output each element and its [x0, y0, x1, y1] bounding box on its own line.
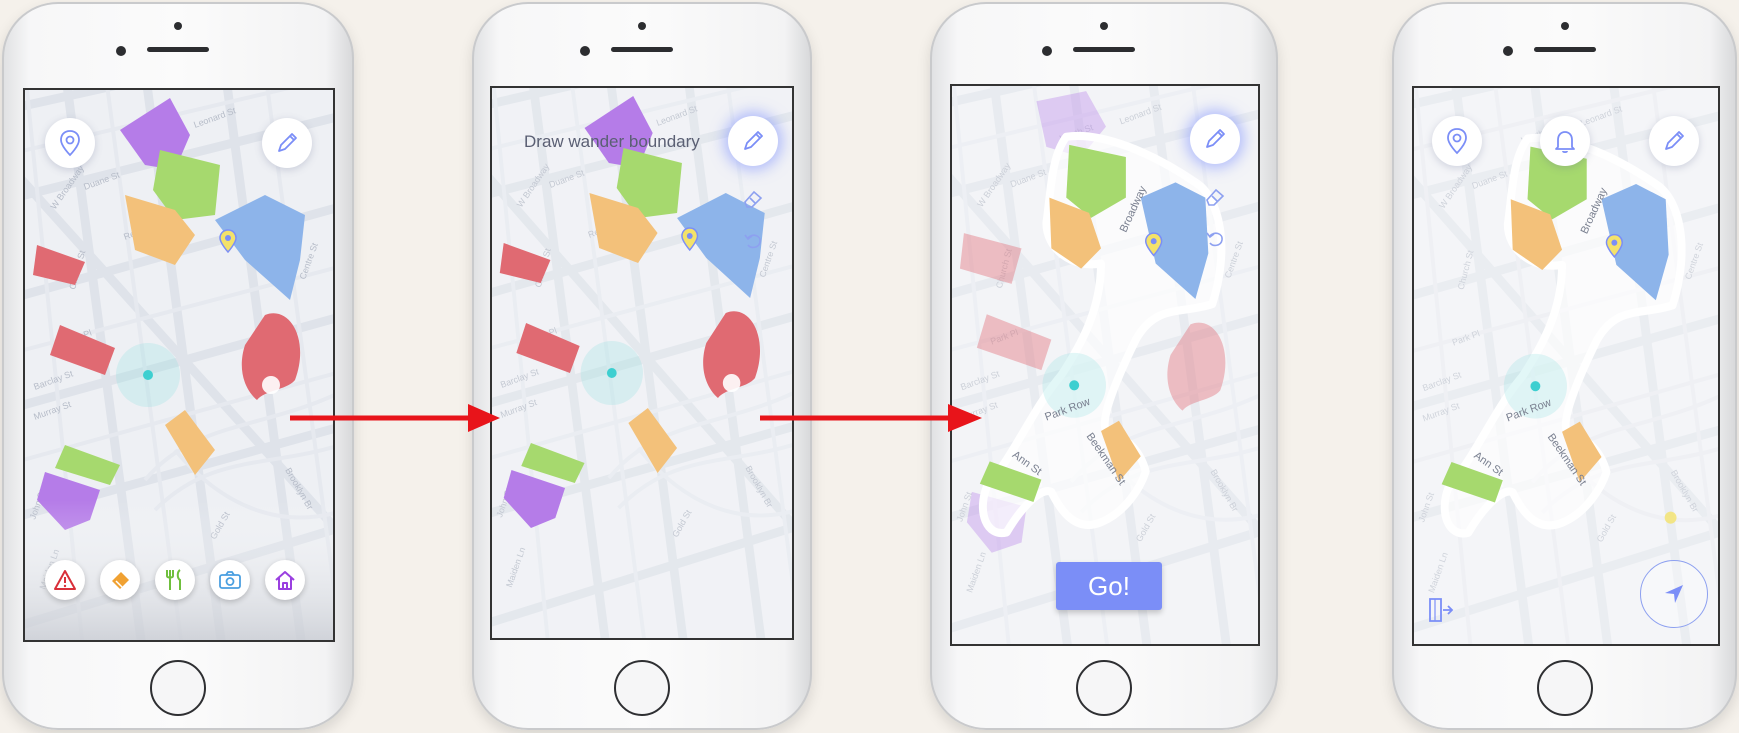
location-pin-icon: [60, 130, 80, 157]
edit-boundary-button-active[interactable]: [1190, 114, 1240, 164]
draw-boundary-hint: Draw wander boundary: [524, 132, 700, 151]
navigation-arrow-icon: [1665, 585, 1683, 603]
phone-frame-3: Park Row Ann St Beekman St Broadway Go!: [930, 2, 1278, 730]
location-button[interactable]: [45, 118, 95, 168]
undo-icon[interactable]: [1204, 228, 1226, 250]
location-button[interactable]: [1432, 116, 1482, 166]
ticket-icon: [112, 572, 129, 589]
front-sensor: [174, 22, 182, 30]
home-button[interactable]: [150, 660, 206, 716]
alert-button[interactable]: [1540, 116, 1590, 166]
pencil-icon: [1206, 129, 1225, 148]
map-canvas[interactable]: [492, 88, 792, 638]
fork-knife-icon: [166, 569, 181, 590]
home-icon: [275, 571, 295, 590]
edit-boundary-button[interactable]: [1649, 116, 1699, 166]
camera-icon: [219, 571, 241, 589]
edit-boundary-button[interactable]: [262, 118, 312, 168]
earpiece-speaker: [1073, 47, 1135, 52]
phone-frame-1: [2, 2, 354, 730]
pencil-icon: [744, 131, 763, 150]
toolbar-home-button[interactable]: [265, 560, 305, 600]
flow-arrow-2-to-3: [760, 404, 982, 432]
front-camera: [116, 46, 126, 56]
toolbar-ticket-button[interactable]: [100, 560, 140, 600]
front-sensor: [1560, 22, 1569, 30]
warning-icon: [54, 570, 76, 590]
pencil-icon: [278, 133, 297, 152]
earpiece-speaker: [611, 47, 673, 52]
map-screen-4[interactable]: Park Row Ann St Beekman St Broadway: [1412, 86, 1720, 646]
bell-icon: [1555, 131, 1575, 154]
home-button[interactable]: [1076, 660, 1132, 716]
edit-boundary-button-active[interactable]: [728, 116, 778, 166]
map-screen-3[interactable]: Park Row Ann St Beekman St Broadway Go!: [950, 84, 1260, 646]
front-camera: [1042, 46, 1052, 56]
eraser-icon[interactable]: [742, 188, 764, 210]
map-screen-1[interactable]: [23, 88, 335, 642]
phone-frame-4: Park Row Ann St Beekman St Broadway: [1392, 2, 1737, 730]
location-pin-icon: [1447, 128, 1467, 155]
map-canvas[interactable]: Park Row Ann St Beekman St Broadway: [952, 86, 1258, 644]
phone-frame-2: Draw wander boundary: [472, 2, 812, 730]
front-sensor: [638, 22, 646, 30]
front-sensor: [1100, 22, 1108, 30]
exit-icon[interactable]: [1426, 596, 1454, 624]
front-camera: [1502, 46, 1513, 56]
go-button[interactable]: Go!: [1056, 562, 1162, 610]
undo-icon[interactable]: [742, 230, 764, 252]
earpiece-speaker: [1533, 47, 1596, 52]
pencil-icon: [1665, 131, 1684, 150]
home-button[interactable]: [614, 660, 670, 716]
eraser-icon[interactable]: [1204, 186, 1226, 208]
flow-arrow-1-to-2: [290, 404, 500, 432]
toolbar-camera-button[interactable]: [210, 560, 250, 600]
map-canvas[interactable]: [25, 90, 333, 640]
toolbar-warning-button[interactable]: [45, 560, 85, 600]
navigate-button[interactable]: [1640, 560, 1708, 628]
earpiece-speaker: [147, 47, 209, 52]
map-screen-2[interactable]: Draw wander boundary: [490, 86, 794, 640]
toolbar-food-button[interactable]: [155, 560, 195, 600]
home-button[interactable]: [1536, 660, 1593, 716]
front-camera: [580, 46, 590, 56]
